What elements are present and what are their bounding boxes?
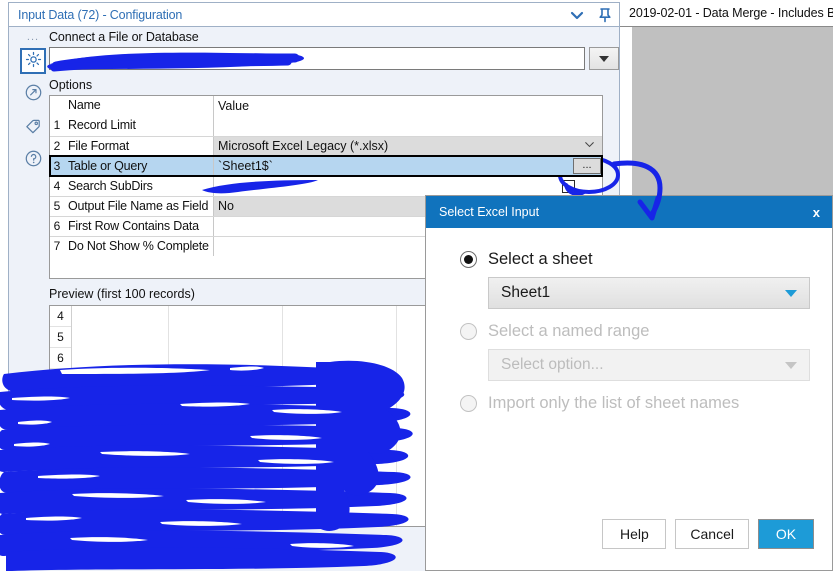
table-or-query-value[interactable]: `Sheet1$` ... xyxy=(214,157,602,176)
dialog-title: Select Excel Input xyxy=(439,205,540,219)
column-header-name: Name xyxy=(64,96,214,116)
rail-item-configuration[interactable] xyxy=(20,48,46,74)
column-header-value: Value xyxy=(218,98,250,113)
rail-item-runtime[interactable] xyxy=(20,81,46,107)
row-number: 7 xyxy=(53,239,61,253)
row-name: Record Limit xyxy=(64,116,214,136)
caret-down-icon xyxy=(785,289,797,297)
gear-icon xyxy=(25,51,42,71)
workspace-title: 2019-02-01 - Data Merge - Includes BIC xyxy=(629,6,833,20)
row-number: 4 xyxy=(53,179,61,193)
preview-row-number: 10 xyxy=(50,432,71,453)
file-format-value[interactable]: Microsoft Excel Legacy (*.xlsx) xyxy=(214,137,602,156)
preview-row-number: 9 xyxy=(50,411,71,432)
row-value-text: `Sheet1$` xyxy=(218,159,273,173)
radio-label: Import only the list of sheet names xyxy=(488,394,740,412)
dialog-footer: Help Cancel OK xyxy=(602,519,814,549)
preview-row-number: 5 xyxy=(50,327,71,348)
named-range-select-value: Select option... xyxy=(501,356,604,373)
help-button[interactable]: Help xyxy=(602,519,667,549)
named-range-select-dropdown[interactable]: Select option... xyxy=(488,349,810,381)
rail-item-annotation[interactable] xyxy=(20,114,46,140)
help-question-icon xyxy=(24,149,43,171)
tool-icon-rail: ... xyxy=(18,30,48,180)
row-value-text: Microsoft Excel Legacy (*.xlsx) xyxy=(218,139,389,153)
connect-row xyxy=(49,47,619,70)
row-name: Search SubDirs xyxy=(64,177,214,196)
row-name: Do Not Show % Complete xyxy=(64,237,214,256)
refresh-circle-icon xyxy=(24,83,43,105)
preview-row-number-gutter: 4 5 6 7 8 9 10 xyxy=(50,306,72,526)
search-subdirs-checkbox[interactable] xyxy=(562,180,575,193)
preview-row-number: 6 xyxy=(50,348,71,369)
workspace-header: 2019-02-01 - Data Merge - Includes BIC xyxy=(620,0,833,27)
row-name: First Row Contains Data xyxy=(64,217,214,236)
preview-row-number: 8 xyxy=(50,390,71,411)
chevron-down-icon[interactable] xyxy=(569,7,585,23)
row-name: Table or Query xyxy=(64,157,214,176)
row-value[interactable] xyxy=(214,116,602,136)
table-row[interactable]: 4 Search SubDirs xyxy=(50,176,602,196)
row-name: File Format xyxy=(64,137,214,156)
caret-down-icon xyxy=(785,361,797,369)
radio-button-icon[interactable] xyxy=(460,251,477,268)
radio-option-select-a-sheet[interactable]: Select a sheet xyxy=(460,250,806,269)
chevron-down-icon[interactable] xyxy=(583,137,596,156)
row-number: 3 xyxy=(53,159,61,173)
configuration-titlebar: Input Data (72) - Configuration xyxy=(9,3,619,27)
row-number: 2 xyxy=(53,139,61,153)
radio-button-icon[interactable] xyxy=(460,323,477,340)
select-excel-input-dialog: Select Excel Input x Select a sheet Shee… xyxy=(425,195,833,571)
radio-option-import-only-sheet-names[interactable]: Import only the list of sheet names xyxy=(460,394,806,413)
row-number: 5 xyxy=(53,199,61,213)
row-name: Output File Name as Field xyxy=(64,197,214,216)
tag-icon xyxy=(24,116,43,138)
options-grid-header: Name Value xyxy=(50,96,602,116)
dialog-titlebar: Select Excel Input x xyxy=(426,196,832,228)
table-row-table-or-query[interactable]: 3 Table or Query `Sheet1$` ... xyxy=(49,155,603,177)
table-row[interactable]: 2 File Format Microsoft Excel Legacy (*.… xyxy=(50,136,602,156)
preview-row-number: 4 xyxy=(50,306,71,327)
ellipsis-browse-button[interactable]: ... xyxy=(573,158,601,174)
drag-handle-dots[interactable]: ... xyxy=(27,32,39,43)
sheet-select-dropdown[interactable]: Sheet1 xyxy=(488,277,810,309)
radio-label: Select a sheet xyxy=(488,250,593,268)
radio-button-icon[interactable] xyxy=(460,395,477,412)
row-number: 1 xyxy=(53,118,61,132)
radio-label: Select a named range xyxy=(488,322,650,340)
connect-dropdown-button[interactable] xyxy=(589,47,619,70)
screenshot-root: 2019-02-01 - Data Merge - Includes BIC I… xyxy=(0,0,833,571)
pin-icon[interactable] xyxy=(597,7,613,23)
row-number: 6 xyxy=(53,219,61,233)
radio-option-select-a-named-range[interactable]: Select a named range xyxy=(460,322,806,341)
table-row[interactable]: 1 Record Limit xyxy=(50,116,602,136)
connect-field-label: Connect a File or Database xyxy=(49,30,199,44)
sheet-select-value: Sheet1 xyxy=(501,284,551,301)
close-icon[interactable]: x xyxy=(813,205,820,220)
dialog-body: Select a sheet Sheet1 Select a named ran… xyxy=(426,228,832,413)
caret-down-icon xyxy=(599,55,609,62)
ok-button[interactable]: OK xyxy=(758,519,814,549)
page-title: Input Data (72) - Configuration xyxy=(18,7,183,22)
rail-item-help[interactable] xyxy=(20,147,46,173)
preview-row-number: 7 xyxy=(50,369,71,390)
connect-file-input[interactable] xyxy=(49,47,585,70)
cancel-button[interactable]: Cancel xyxy=(675,519,749,549)
options-section-label: Options xyxy=(49,78,93,92)
